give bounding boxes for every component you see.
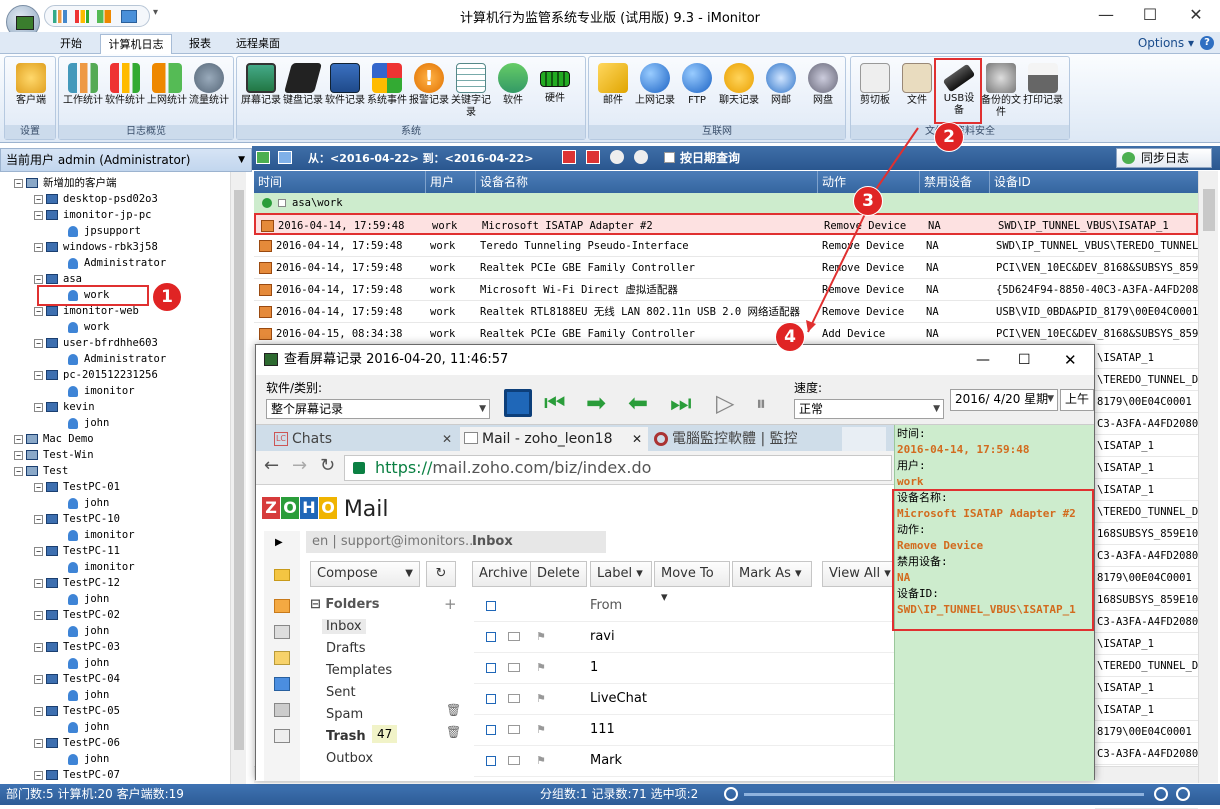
app-window: ▾ 计算机行为监管系统专业版 (试用版) 9.3 - iMonitor — ☐ …	[0, 0, 1220, 809]
callout-arrows	[806, 127, 919, 333]
arrow-3-4	[807, 211, 867, 333]
callout-badge-1: 1	[152, 282, 182, 312]
arrowhead-4	[806, 320, 816, 332]
arrow-2-3	[869, 127, 919, 199]
callout-badge-2: 2	[934, 122, 964, 152]
callout-badge-3: 3	[853, 186, 883, 216]
callout-badge-4: 4	[775, 322, 805, 352]
